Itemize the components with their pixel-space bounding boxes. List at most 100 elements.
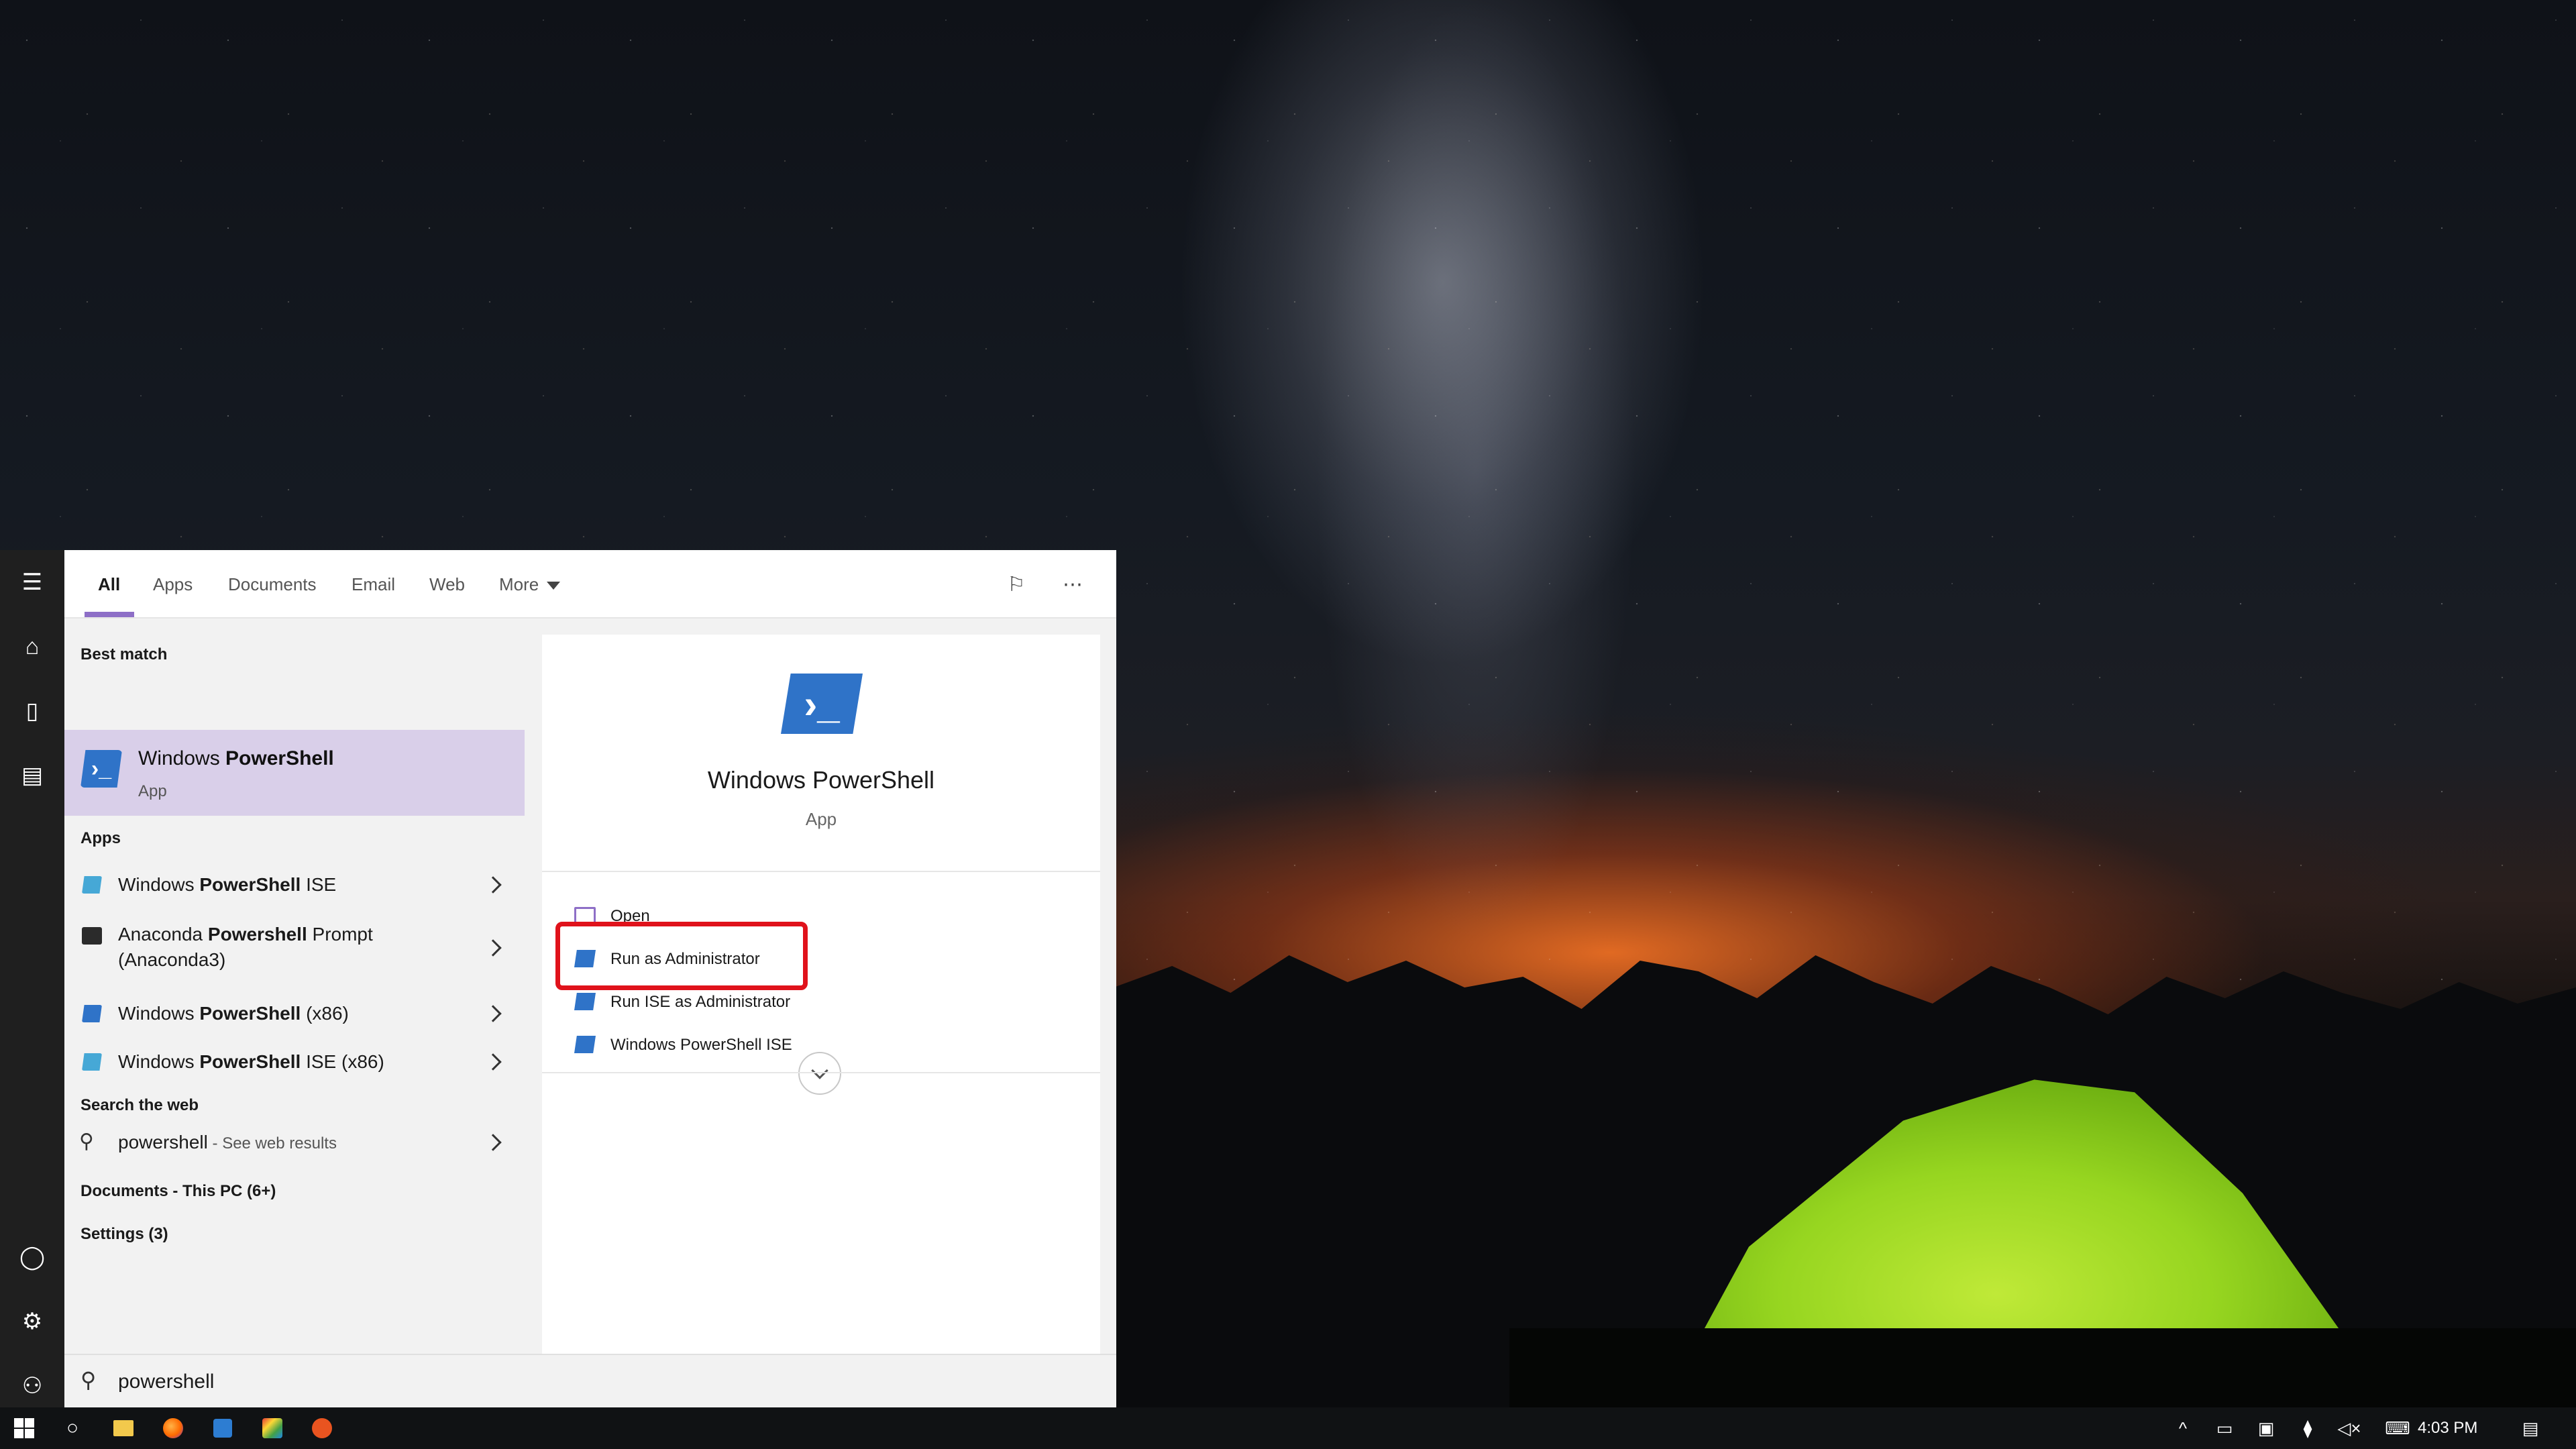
documents-icon[interactable]: ▯ (0, 679, 64, 743)
powershell-x86-icon (82, 1005, 102, 1022)
app-label: Windows PowerShell ISE (x86) (118, 1049, 384, 1075)
dropbox-icon[interactable]: ⧫ (2289, 1407, 2326, 1449)
photos-icon[interactable]: ▤ (0, 743, 64, 808)
powershell-ise-x86-icon (82, 1053, 102, 1071)
tab-web[interactable]: Web (429, 550, 465, 619)
chevron-right-icon[interactable] (484, 939, 502, 957)
windows-logo-svg (14, 1418, 34, 1438)
cortana-icon[interactable]: ○ (48, 1407, 97, 1449)
annotation-highlight-box (555, 922, 808, 990)
expand-actions-button[interactable] (798, 1052, 841, 1095)
label-pre: Anaconda (118, 924, 208, 945)
home-icon[interactable]: ⌂ (0, 614, 64, 679)
label-pre: Windows (118, 1003, 200, 1024)
windows-start-icon[interactable] (0, 1407, 48, 1449)
app-result-anaconda-powershell[interactable]: Anaconda Powershell Prompt (Anaconda3) (64, 914, 525, 983)
action-label: Run ISE as Administrator (610, 993, 791, 1011)
paint-icon[interactable] (248, 1407, 297, 1449)
tab-email[interactable]: Email (352, 550, 395, 619)
battery-icon[interactable]: ▭ (2206, 1407, 2243, 1449)
chevron-right-icon[interactable] (484, 1005, 502, 1022)
app-label: Anaconda Powershell Prompt (Anaconda3) (118, 922, 373, 973)
taskbar-clock[interactable]: 4:03 PM (2418, 1407, 2477, 1449)
detail-subtitle: App (805, 809, 837, 829)
anaconda-prompt-icon (82, 927, 102, 945)
search-input[interactable] (118, 1367, 1057, 1397)
app-result-powershell-x86[interactable]: Windows PowerShell (x86) (64, 989, 525, 1037)
apps-header: Apps (80, 829, 121, 847)
settings-icon[interactable]: ⚙ (0, 1289, 64, 1354)
best-match-subtitle: App (138, 782, 167, 800)
web-suffix: - See web results (207, 1134, 337, 1152)
title-bold: PowerShell (225, 747, 334, 769)
results-list: Best match ›_ Windows PowerShell App App… (64, 619, 525, 1354)
best-match-item[interactable]: ›_ Windows PowerShell App (64, 730, 525, 816)
web-search-result[interactable]: ⚲ powershell - See web results (64, 1118, 525, 1166)
tab-apps[interactable]: Apps (153, 550, 193, 619)
firefox-shape (163, 1418, 183, 1438)
action-label: Windows PowerShell ISE (610, 1036, 792, 1054)
label-post: ISE (301, 874, 337, 895)
volume-muted-icon[interactable]: ◁× (2330, 1407, 2368, 1449)
detail-title: Windows PowerShell (707, 766, 935, 794)
result-detail-pane: ›_ Windows PowerShell App Open Run as Ad… (542, 635, 1100, 1354)
label-line2: (Anaconda3) (118, 949, 226, 970)
search-box: ⚲ (64, 1354, 1116, 1407)
network-icon[interactable]: ▣ (2247, 1407, 2285, 1449)
app-label: Windows PowerShell (x86) (118, 1001, 349, 1026)
web-query: powershell (118, 1132, 208, 1152)
search-panel: All Apps Documents Email Web More ⚐ ⋯ Be… (64, 550, 1116, 1407)
divider (542, 1072, 1100, 1073)
best-match-title: Windows PowerShell (138, 747, 334, 770)
label-post: Prompt (307, 924, 373, 945)
search-icon: ⚲ (80, 1368, 97, 1392)
ubuntu-icon[interactable] (298, 1407, 346, 1449)
app-result-powershell-ise[interactable]: Windows PowerShell ISE (64, 860, 525, 908)
file-explorer-icon[interactable] (99, 1407, 148, 1449)
feedback-icon[interactable]: ⚐ (1001, 569, 1032, 600)
powershell-icon: ›_ (80, 750, 122, 788)
user-icon[interactable]: ◯ (0, 1225, 64, 1289)
label-post: (x86) (301, 1003, 349, 1024)
chevron-right-icon[interactable] (484, 1053, 502, 1071)
label-bold: Powershell (207, 924, 307, 945)
powershell-ise-icon (82, 876, 102, 894)
caret-down-icon (547, 582, 561, 590)
documents-header[interactable]: Documents - This PC (6+) (80, 1182, 276, 1201)
action-center-icon[interactable]: ▤ (2512, 1407, 2549, 1449)
keyboard-icon[interactable]: ⌨ (2377, 1407, 2418, 1449)
label-bold: PowerShell (199, 874, 301, 895)
tab-all[interactable]: All (98, 550, 120, 619)
app-icon[interactable] (199, 1407, 247, 1449)
chevron-right-icon[interactable] (484, 1134, 502, 1151)
hamburger-icon[interactable]: ☰ (0, 550, 64, 614)
taskbar: ○ ^ ▭ ▣ ⧫ ◁× ⌨ 4:03 PM ▤ (0, 1407, 2576, 1449)
app-result-powershell-ise-x86[interactable]: Windows PowerShell ISE (x86) (64, 1037, 525, 1085)
tab-more[interactable]: More (499, 550, 561, 619)
label-bold: PowerShell (199, 1051, 301, 1072)
divider (542, 871, 1100, 872)
search-tabs: All Apps Documents Email Web More ⚐ ⋯ (64, 550, 1116, 619)
powershell-ise-icon (574, 1036, 596, 1053)
firefox-icon[interactable] (149, 1407, 197, 1449)
app-label: Windows PowerShell ISE (118, 872, 336, 898)
more-options-icon[interactable]: ⋯ (1057, 569, 1088, 600)
tab-documents[interactable]: Documents (228, 550, 317, 619)
paint-shape (262, 1418, 282, 1438)
label-pre: Windows (118, 1051, 200, 1072)
settings-header[interactable]: Settings (3) (80, 1225, 168, 1244)
chevron-right-icon[interactable] (484, 876, 502, 894)
active-tab-indicator (85, 612, 134, 617)
search-icon: ⚲ (79, 1130, 94, 1152)
show-hidden-icons-icon[interactable]: ^ (2164, 1407, 2202, 1449)
ubuntu-shape (312, 1418, 332, 1438)
tab-more-label: More (499, 574, 539, 594)
label-post: ISE (x86) (301, 1051, 384, 1072)
powershell-large-icon: ›_ (781, 674, 863, 734)
search-web-header: Search the web (80, 1096, 199, 1114)
best-match-header: Best match (80, 645, 168, 663)
web-result-label: powershell - See web results (118, 1130, 337, 1157)
folder-shape (113, 1420, 133, 1436)
title-prefix: Windows (138, 747, 226, 769)
app-shape (213, 1419, 232, 1438)
